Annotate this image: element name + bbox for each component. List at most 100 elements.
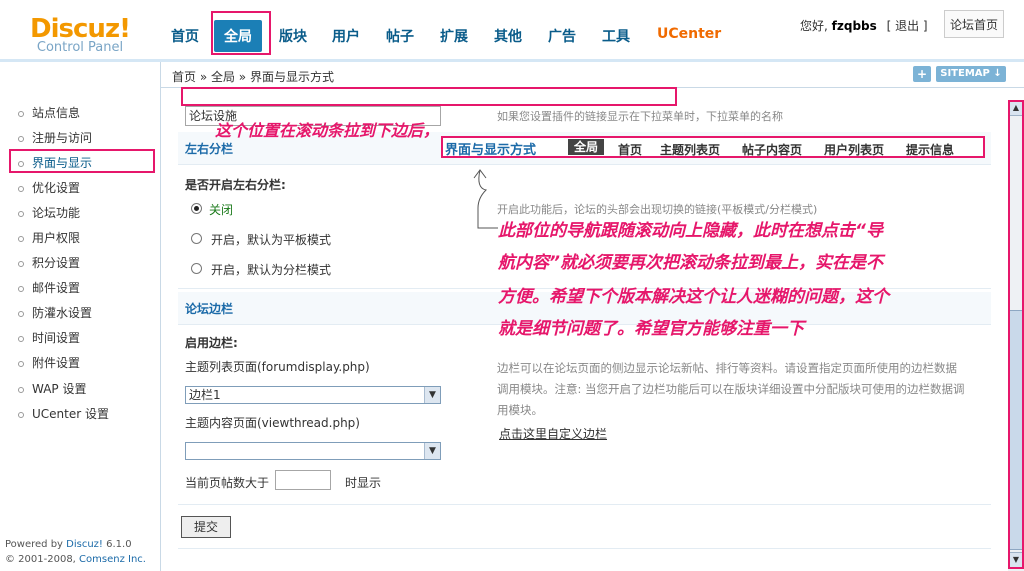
bullet-icon <box>18 335 24 342</box>
subnav-thread-list[interactable]: 主题列表页 <box>660 141 720 158</box>
highlight-scrollbar <box>1008 100 1024 569</box>
forum-home-button[interactable]: 论坛首页 <box>944 10 1004 38</box>
subnav-global[interactable]: 全局 <box>568 139 605 155</box>
bullet-icon <box>18 285 24 292</box>
logout-link[interactable]: [ 退出 ] <box>887 19 928 33</box>
sidebar-hint-line-1: 边栏可以在论坛页面的侧边显示论坛新帖、排行等资料。请设置指定页面所使用的边栏数据 <box>497 361 957 375</box>
bullet-icon <box>18 411 24 418</box>
menu-name-hint: 如果您设置插件的链接显示在下拉菜单时，下拉菜单的名称 <box>497 110 783 123</box>
annotation-line-2: 航内容”就必须要再次把滚动条拉到最上，实在是不 <box>498 253 883 273</box>
subnav-prompts[interactable]: 提示信息 <box>906 141 954 158</box>
section-title-sidebar: 论坛边栏 <box>185 302 234 316</box>
columns-hint: 开启此功能后，论坛的头部会出现切换的链接(平板模式/分栏模式) <box>497 203 818 216</box>
radio-flat-label: 开启，默认为平板模式 <box>211 233 332 247</box>
sidebar-item-attachments[interactable]: 附件设置 <box>18 354 80 371</box>
dropdown-arrow-icon: ▼ <box>424 387 440 403</box>
highlight-sidebar-display <box>9 149 155 173</box>
sidebar-item-label: 论坛功能 <box>32 206 81 220</box>
subnav-title[interactable]: 界面与显示方式 <box>445 139 536 158</box>
sidebar-hint-line-2: 调用模块。注意: 当您开启了边栏功能后可以在版块详细设置中分配版块可使用的边栏数… <box>497 382 965 396</box>
powered-by: Powered by Discuz! 6.1.0 © 2001-2008, Co… <box>5 537 146 567</box>
forumdisplay-value: 边栏1 <box>189 388 221 402</box>
breadcrumb-bar: 首页 » 全局 » 界面与显示方式 + SITEMAP ↓ <box>160 62 1024 88</box>
sidebar-item-label: 防灌水设置 <box>32 306 93 320</box>
sitemap-button[interactable]: SITEMAP ↓ <box>936 66 1006 82</box>
nav-ucenter[interactable]: UCenter <box>657 26 721 42</box>
posts-count-suffix: 时显示 <box>345 476 382 490</box>
sidebar-item-wap[interactable]: WAP 设置 <box>18 380 86 397</box>
sidebar-item-label: 时间设置 <box>32 331 81 345</box>
radio-split-label: 开启，默认为分栏模式 <box>211 263 332 277</box>
highlight-nav-global <box>211 11 271 55</box>
divider <box>178 164 991 165</box>
bullet-icon <box>18 360 24 367</box>
add-shortcut-button[interactable]: + <box>913 66 931 82</box>
sidebar-item-label: 注册与访问 <box>32 131 93 145</box>
floating-subnav: 界面与显示方式 全局 首页 主题列表页 帖子内容页 用户列表页 提示信息 <box>441 136 985 158</box>
radio-off-label: 关闭 <box>209 203 234 217</box>
nav-users[interactable]: 用户 <box>332 26 360 46</box>
subnav-post-content[interactable]: 帖子内容页 <box>742 141 802 158</box>
copyright-line: © 2001-2008, Comsenz Inc. <box>5 552 146 567</box>
powered-name[interactable]: Discuz! <box>66 539 103 550</box>
powered-prefix: Powered by <box>5 539 67 550</box>
annotation-top-note: 这个位置在滚动条拉到下边后， <box>215 121 440 140</box>
username: fzqbbs <box>831 19 877 33</box>
copyright-name[interactable]: Comsenz Inc. <box>79 554 146 565</box>
arrow-down-icon: ↓ <box>993 68 1002 79</box>
nav-tools[interactable]: 工具 <box>602 26 630 46</box>
forumdisplay-select[interactable]: 边栏1 ▼ <box>185 386 441 404</box>
radio-split[interactable] <box>191 263 202 274</box>
submit-button[interactable]: 提交 <box>181 516 231 538</box>
breadcrumb: 首页 » 全局 » 界面与显示方式 <box>172 70 334 84</box>
posts-count-input[interactable] <box>275 470 331 490</box>
divider <box>178 548 991 549</box>
sidebar-item-mail[interactable]: 邮件设置 <box>18 279 80 296</box>
subnav-home[interactable]: 首页 <box>618 141 642 158</box>
forumdisplay-label: 主题列表页面(forumdisplay.php) <box>185 360 370 374</box>
sidebar-item-site-info[interactable]: 站点信息 <box>18 104 80 121</box>
radio-off[interactable] <box>191 203 202 214</box>
nav-other[interactable]: 其他 <box>494 26 522 46</box>
dropdown-arrow-icon: ▼ <box>424 443 440 459</box>
sidebar-item-label: 用户权限 <box>32 231 81 245</box>
viewthread-select[interactable]: ▼ <box>185 442 441 460</box>
sidebar-item-ucenter[interactable]: UCenter 设置 <box>18 405 109 422</box>
bullet-icon <box>18 185 24 192</box>
sidebar-item-label: 站点信息 <box>32 106 81 120</box>
powered-line: Powered by Discuz! 6.1.0 <box>5 537 146 552</box>
annotation-line-3: 方便。希望下个版本解决这个让人迷糊的问题，这个 <box>498 287 889 307</box>
user-info: 您好, fzqbbs [ 退出 ] <box>800 17 928 34</box>
highlight-hidden-nav-area <box>181 87 677 106</box>
logo[interactable]: Discuz! Control Panel <box>10 14 150 64</box>
sidebar-item-antispam[interactable]: 防灌水设置 <box>18 304 92 321</box>
bullet-icon <box>18 135 24 142</box>
sidebar-item-features[interactable]: 论坛功能 <box>18 204 80 221</box>
sidebar-item-time[interactable]: 时间设置 <box>18 329 80 346</box>
columns-question: 是否开启左右分栏: <box>185 178 286 192</box>
nav-home[interactable]: 首页 <box>171 26 199 46</box>
copyright-prefix: © 2001-2008, <box>5 554 80 565</box>
nav-forums[interactable]: 版块 <box>279 26 307 46</box>
bullet-icon <box>18 386 24 393</box>
annotation-line-4: 就是细节问题了。希望官方能够注重一下 <box>498 319 804 339</box>
posts-count-prefix: 当前页帖数大于 <box>185 476 270 490</box>
nav-extend[interactable]: 扩展 <box>440 26 468 46</box>
subnav-user-list[interactable]: 用户列表页 <box>824 141 884 158</box>
sidebar-item-register[interactable]: 注册与访问 <box>18 129 92 146</box>
sidebar-item-label: UCenter 设置 <box>32 407 109 421</box>
annotation-arrow <box>473 169 498 229</box>
header: Discuz! Control Panel 首页 全局 版块 用户 帖子 扩展 … <box>0 0 1024 60</box>
nav-posts[interactable]: 帖子 <box>386 26 414 46</box>
powered-version: 6.1.0 <box>102 539 132 550</box>
enable-sidebar-label: 启用边栏: <box>185 336 238 350</box>
sidebar-item-credits[interactable]: 积分设置 <box>18 254 80 271</box>
custom-sidebar-link[interactable]: 点击这里自定义边栏 <box>499 425 607 442</box>
viewthread-label: 主题内容页面(viewthread.php) <box>185 416 360 430</box>
sidebar-item-label: 邮件设置 <box>32 281 81 295</box>
sidebar-item-permissions[interactable]: 用户权限 <box>18 229 80 246</box>
radio-flat[interactable] <box>191 233 202 244</box>
nav-ads[interactable]: 广告 <box>548 26 576 46</box>
sidebar-item-optimize[interactable]: 优化设置 <box>18 179 80 196</box>
sidebar-item-label: WAP 设置 <box>32 382 87 396</box>
